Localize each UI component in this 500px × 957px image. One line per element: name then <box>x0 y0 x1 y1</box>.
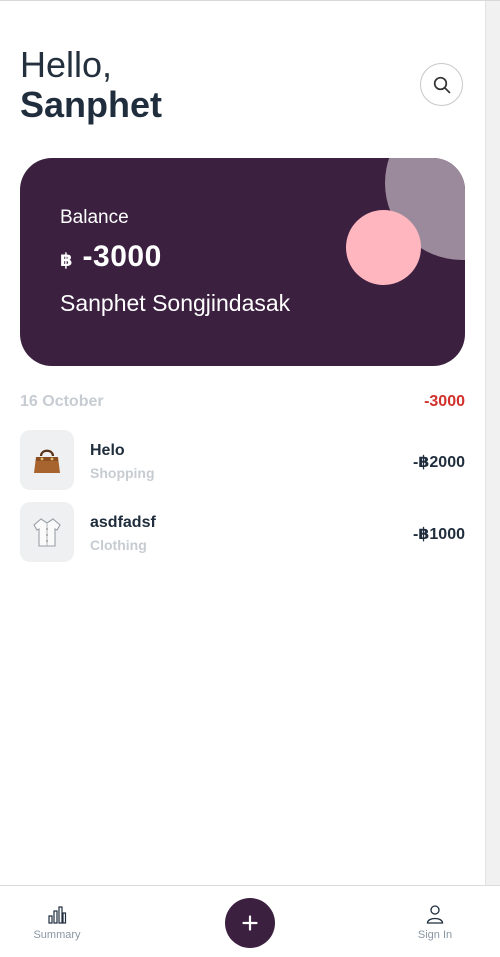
transaction-title: asdfadsf <box>90 514 156 531</box>
nav-sign-in-label: Sign In <box>417 929 453 941</box>
transaction-amount: -฿1000 <box>412 526 465 543</box>
scrollbar[interactable] <box>485 1 500 885</box>
greeting-hello: Hello, <box>20 44 113 85</box>
user-icon <box>426 905 444 924</box>
nav-summary-label: Summary <box>33 929 81 941</box>
greeting: Hello, Sanphet <box>20 46 162 124</box>
bottom-navigation: Summary Sign In <box>0 885 500 957</box>
balance-amount-row: ฿ -3000 <box>60 240 162 274</box>
bar-chart-icon <box>48 906 67 924</box>
greeting-user-name: Sanphet <box>20 83 163 125</box>
nav-sign-in[interactable]: Sign In <box>395 904 475 941</box>
transaction-title: Helo <box>90 442 125 459</box>
balance-label: Balance <box>60 207 129 228</box>
nav-summary[interactable]: Summary <box>17 904 97 941</box>
balance-amount: -3000 <box>82 240 162 273</box>
search-icon <box>433 76 450 93</box>
shirt-icon <box>33 518 61 547</box>
transaction-date: 16 October <box>20 393 104 410</box>
transaction-category: Clothing <box>90 537 147 553</box>
card-decoration-small-circle <box>346 210 421 285</box>
search-button[interactable] <box>420 63 463 106</box>
transaction-thumbnail <box>20 430 74 490</box>
transaction-thumbnail <box>20 502 74 562</box>
top-border <box>0 0 500 1</box>
transaction-date-header: 16 October -3000 <box>20 393 465 411</box>
balance-card[interactable]: Balance ฿ -3000 Sanphet Songjindasak <box>20 158 465 366</box>
add-transaction-button[interactable] <box>225 898 275 948</box>
transaction-item[interactable]: Helo Shopping -฿2000 <box>20 430 465 490</box>
transaction-amount: -฿2000 <box>412 454 465 471</box>
currency-symbol: ฿ <box>60 250 73 270</box>
plus-icon <box>242 915 258 931</box>
transaction-category: Shopping <box>90 465 155 481</box>
card-holder-name: Sanphet Songjindasak <box>60 290 291 316</box>
handbag-icon <box>34 449 60 473</box>
transaction-item[interactable]: asdfadsf Clothing -฿1000 <box>20 502 465 562</box>
daily-total: -3000 <box>424 393 465 410</box>
